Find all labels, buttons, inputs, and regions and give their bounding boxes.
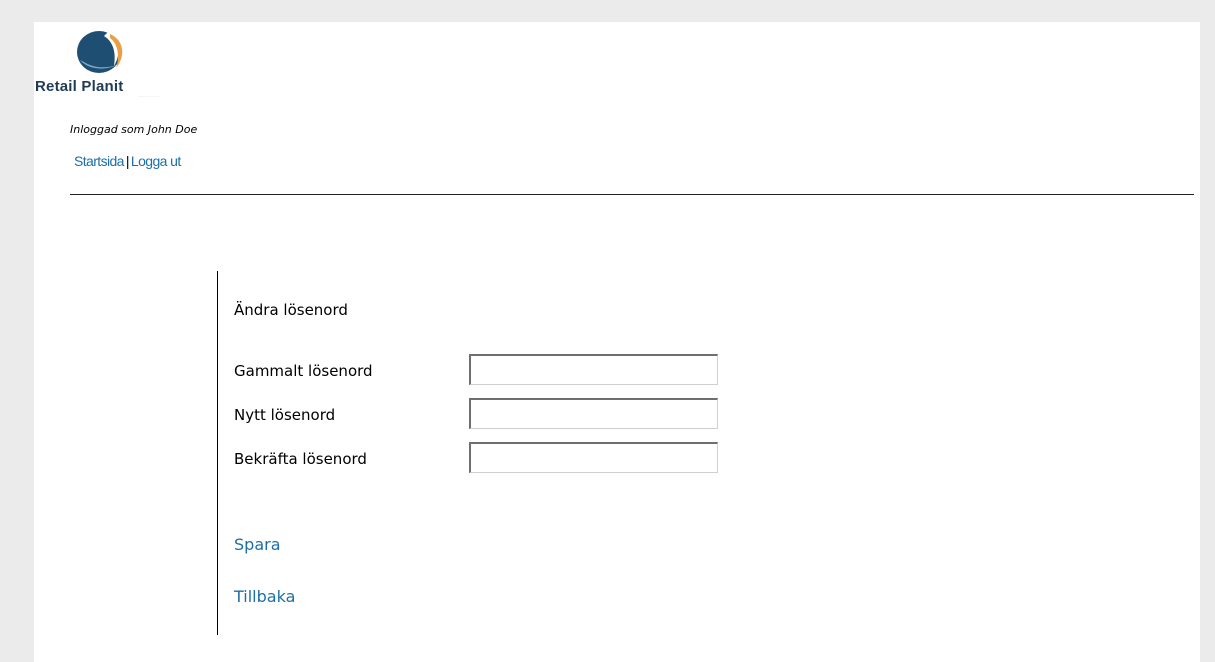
retail-planit-logo: Retail Planit …………………………… <box>34 22 174 102</box>
link-separator: | <box>125 153 130 169</box>
new-password-input[interactable] <box>469 398 718 429</box>
header-divider <box>70 194 1194 195</box>
old-password-input[interactable] <box>469 354 718 385</box>
top-nav-links: Startsida | Logga ut <box>74 153 181 169</box>
logout-link[interactable]: Logga ut <box>131 153 181 169</box>
change-password-form: Ändra lösenord Gammalt lösenord Nytt lös… <box>217 271 818 635</box>
confirm-password-input[interactable] <box>469 442 718 473</box>
logo-tagline-line: …………………………… <box>138 96 160 98</box>
logo-text: Retail Planit <box>35 78 124 95</box>
logo-mark-icon <box>77 31 123 73</box>
home-link[interactable]: Startsida <box>74 153 124 169</box>
save-link[interactable]: Spara <box>234 535 281 554</box>
old-password-label: Gammalt lösenord <box>234 362 373 380</box>
logged-in-status: Inloggad som John Doe <box>70 123 198 136</box>
back-link[interactable]: Tillbaka <box>234 587 295 606</box>
form-title: Ändra lösenord <box>234 301 348 319</box>
new-password-label: Nytt lösenord <box>234 406 336 424</box>
page-container: Retail Planit …………………………… Inloggad som J… <box>34 22 1200 662</box>
confirm-password-label: Bekräfta lösenord <box>234 450 367 468</box>
